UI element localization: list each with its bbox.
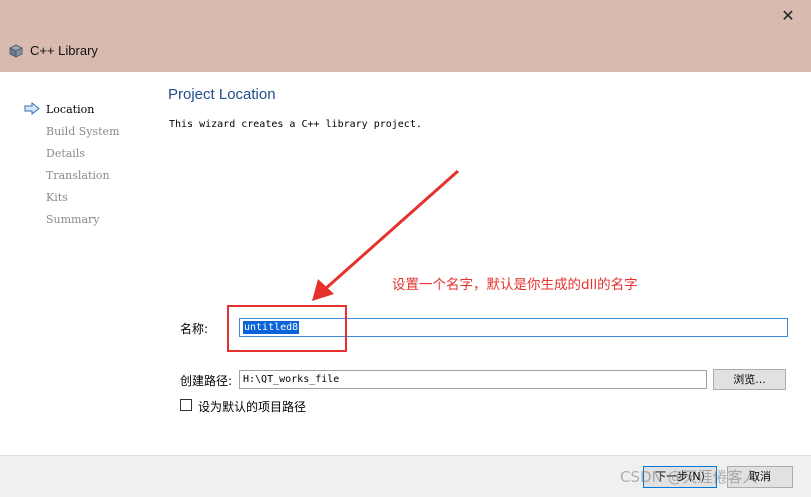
step-translation: Translation <box>46 169 110 182</box>
path-input[interactable]: H:\QT_works_file <box>239 370 707 389</box>
step-summary: Summary <box>46 213 100 226</box>
step-kits: Kits <box>46 191 68 204</box>
step-details: Details <box>46 147 85 160</box>
name-label: 名称: <box>180 322 209 336</box>
step-build-system: Build System <box>46 125 120 138</box>
browse-button[interactable]: 浏览... <box>713 369 786 390</box>
window-title: C++ Library <box>30 43 98 58</box>
cancel-button[interactable]: 取消 <box>727 466 793 488</box>
close-button[interactable]: ✕ <box>765 0 811 30</box>
default-path-checkbox[interactable] <box>180 399 192 411</box>
step-location: Location <box>46 103 95 116</box>
cube-icon <box>9 44 23 58</box>
annotation-box <box>227 305 347 352</box>
annotation-text: 设置一个名字，默认是你生成的dll的名字 <box>392 277 638 293</box>
path-label: 创建路径: <box>180 374 233 388</box>
title-bar: ✕ C++ Library <box>0 0 811 72</box>
default-path-label: 设为默认的项目路径 <box>198 400 307 414</box>
arrow-right-icon <box>24 102 40 115</box>
page-subtitle: This wizard creates a C++ library projec… <box>169 119 422 130</box>
page-title: Project Location <box>168 86 276 103</box>
wizard-footer: 下一步(N) 取消 <box>0 455 811 497</box>
next-button[interactable]: 下一步(N) <box>643 466 717 488</box>
close-icon: ✕ <box>781 5 795 25</box>
